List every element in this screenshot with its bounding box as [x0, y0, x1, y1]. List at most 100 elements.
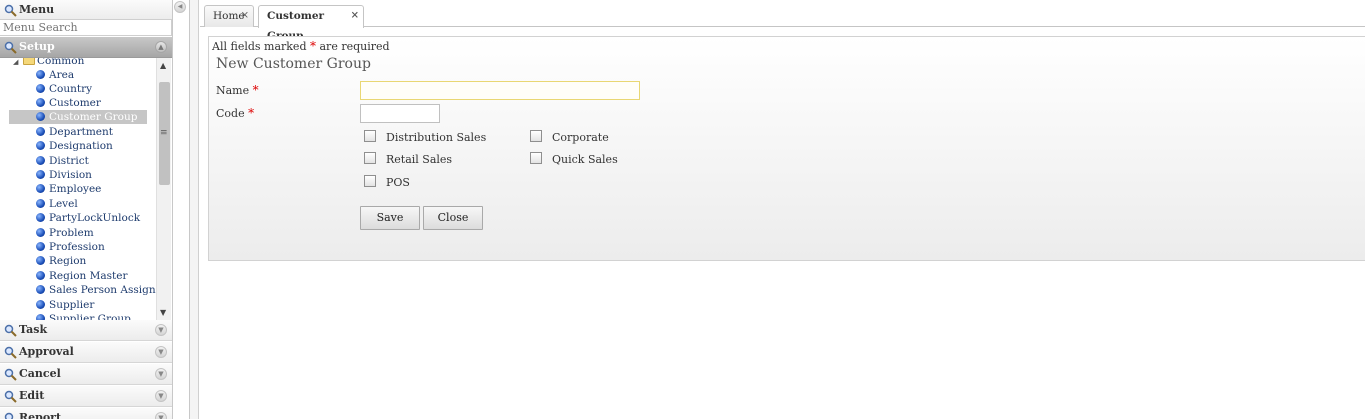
- section-title: Edit: [19, 389, 45, 402]
- checkbox-box[interactable]: [364, 152, 376, 164]
- tree-item-label: District: [49, 155, 89, 167]
- collapse-menu-button[interactable]: ◀: [172, 0, 188, 14]
- tree-item-label: Customer Group: [49, 111, 138, 123]
- bullet-icon: [36, 141, 45, 150]
- cancel-section-header[interactable]: Cancel ▼: [0, 364, 172, 385]
- chevron-up-icon[interactable]: ▲: [155, 41, 167, 53]
- left-menu-panel: Menu Setup ▲ ◢ Common Area Country Custo…: [0, 0, 173, 419]
- tree-item-supplier[interactable]: Supplier: [9, 298, 147, 312]
- required-note: All fields marked * are required: [212, 39, 390, 53]
- tree-item-label: Level: [49, 198, 78, 210]
- chevron-down-icon[interactable]: ▼: [155, 412, 167, 419]
- bullet-icon: [36, 213, 45, 222]
- checkbox-box[interactable]: [364, 130, 376, 142]
- tree-item-designation[interactable]: Designation: [9, 139, 147, 153]
- tree-item-division[interactable]: Division: [9, 168, 147, 182]
- section-title: Report: [19, 411, 62, 419]
- bullet-icon: [36, 242, 45, 251]
- tree-item-label: Region: [49, 255, 87, 267]
- required-star: *: [248, 106, 255, 120]
- tree-item-label: Designation: [49, 140, 113, 152]
- search-icon: [4, 390, 17, 403]
- bullet-icon: [36, 285, 45, 294]
- tree-item-region-master[interactable]: Region Master: [9, 269, 147, 283]
- scroll-up-icon[interactable]: ▲: [160, 61, 166, 70]
- close-icon[interactable]: ×: [241, 6, 249, 26]
- form-title: New Customer Group: [216, 56, 371, 72]
- bullet-icon: [36, 70, 45, 79]
- tree-item-label: Supplier: [49, 299, 95, 311]
- search-icon: [4, 368, 17, 381]
- tree-item-employee[interactable]: Employee: [9, 182, 147, 196]
- tree-item-area[interactable]: Area: [9, 68, 147, 82]
- code-label-text: Code: [216, 107, 245, 120]
- tree-item-partylockunlock[interactable]: PartyLockUnlock: [9, 211, 147, 225]
- tree-item-sales-person-assign[interactable]: Sales Person Assign: [9, 283, 156, 297]
- bullet-icon: [36, 256, 45, 265]
- task-section-header[interactable]: Task ▼: [0, 320, 172, 341]
- tree-item-country[interactable]: Country: [9, 82, 147, 96]
- search-icon: [4, 41, 17, 54]
- code-label: Code *: [216, 106, 254, 120]
- bullet-icon: [36, 199, 45, 208]
- folder-label: Common: [37, 58, 85, 67]
- checkbox-box[interactable]: [530, 130, 542, 142]
- checkbox-label: Corporate: [552, 131, 609, 144]
- section-title: Approval: [19, 345, 74, 358]
- setup-section-header[interactable]: Setup ▲: [0, 37, 172, 58]
- bullet-icon: [36, 271, 45, 280]
- grip-icon: ≡: [160, 128, 168, 138]
- name-input[interactable]: [360, 81, 640, 100]
- tree-item-profession[interactable]: Profession: [9, 240, 147, 254]
- tab-customer-group[interactable]: Customer Group ×: [258, 5, 364, 42]
- checkbox-box[interactable]: [364, 175, 376, 187]
- tab-home[interactable]: Home ×: [204, 5, 254, 27]
- bullet-icon: [36, 156, 45, 165]
- tree-item-label: Region Master: [49, 270, 128, 282]
- setup-tree: ◢ Common Area Country Customer Customer …: [0, 58, 172, 320]
- tree-folder-common[interactable]: ◢ Common: [9, 58, 147, 68]
- folder-icon: [23, 58, 35, 65]
- tree-item-label: Area: [49, 69, 75, 81]
- close-button[interactable]: Close: [423, 206, 483, 230]
- tree-item-label: Problem: [49, 227, 94, 239]
- tree-item-label: Sales Person Assign: [49, 284, 156, 296]
- required-note-text: are required: [319, 40, 390, 53]
- tree-item-customer[interactable]: Customer: [9, 96, 147, 110]
- chevron-down-icon[interactable]: ▼: [155, 390, 167, 402]
- checkbox-box[interactable]: [530, 152, 542, 164]
- search-icon: [4, 412, 14, 419]
- chevron-down-icon[interactable]: ▼: [155, 324, 167, 336]
- bullet-icon: [36, 112, 45, 121]
- bullet-icon: [36, 127, 45, 136]
- report-section-header[interactable]: Report ▼: [0, 408, 172, 419]
- tree-item-label: Customer: [49, 97, 101, 109]
- chevron-left-icon: ◀: [174, 1, 186, 13]
- menu-search-input[interactable]: [0, 19, 172, 36]
- tree-item-level[interactable]: Level: [9, 197, 147, 211]
- menu-header[interactable]: Menu: [0, 0, 172, 21]
- panel-splitter[interactable]: [189, 0, 199, 419]
- bullet-icon: [36, 170, 45, 179]
- tree-item-problem[interactable]: Problem: [9, 226, 147, 240]
- tree-item-region[interactable]: Region: [9, 254, 147, 268]
- tree-item-district[interactable]: District: [9, 154, 147, 168]
- approval-section-header[interactable]: Approval ▼: [0, 342, 172, 363]
- tree-item-supplier-group[interactable]: Supplier Group: [9, 312, 147, 320]
- save-button[interactable]: Save: [360, 206, 420, 230]
- required-note-text: All fields marked: [212, 40, 307, 53]
- search-icon: [4, 4, 17, 17]
- scroll-down-icon[interactable]: ▼: [160, 308, 166, 317]
- tree-item-label: PartyLockUnlock: [49, 212, 141, 224]
- edit-section-header[interactable]: Edit ▼: [0, 386, 172, 407]
- close-icon[interactable]: ×: [351, 6, 359, 26]
- tree-item-label: Profession: [49, 241, 105, 253]
- tree-scrollbar[interactable]: ▲ ≡ ▼: [156, 58, 171, 320]
- bullet-icon: [36, 184, 45, 193]
- tree-item-customer-group[interactable]: Customer Group: [9, 110, 147, 124]
- chevron-down-icon[interactable]: ▼: [155, 368, 167, 380]
- search-icon: [4, 324, 17, 337]
- code-input[interactable]: [360, 104, 440, 123]
- tree-item-department[interactable]: Department: [9, 125, 147, 139]
- chevron-down-icon[interactable]: ▼: [155, 346, 167, 358]
